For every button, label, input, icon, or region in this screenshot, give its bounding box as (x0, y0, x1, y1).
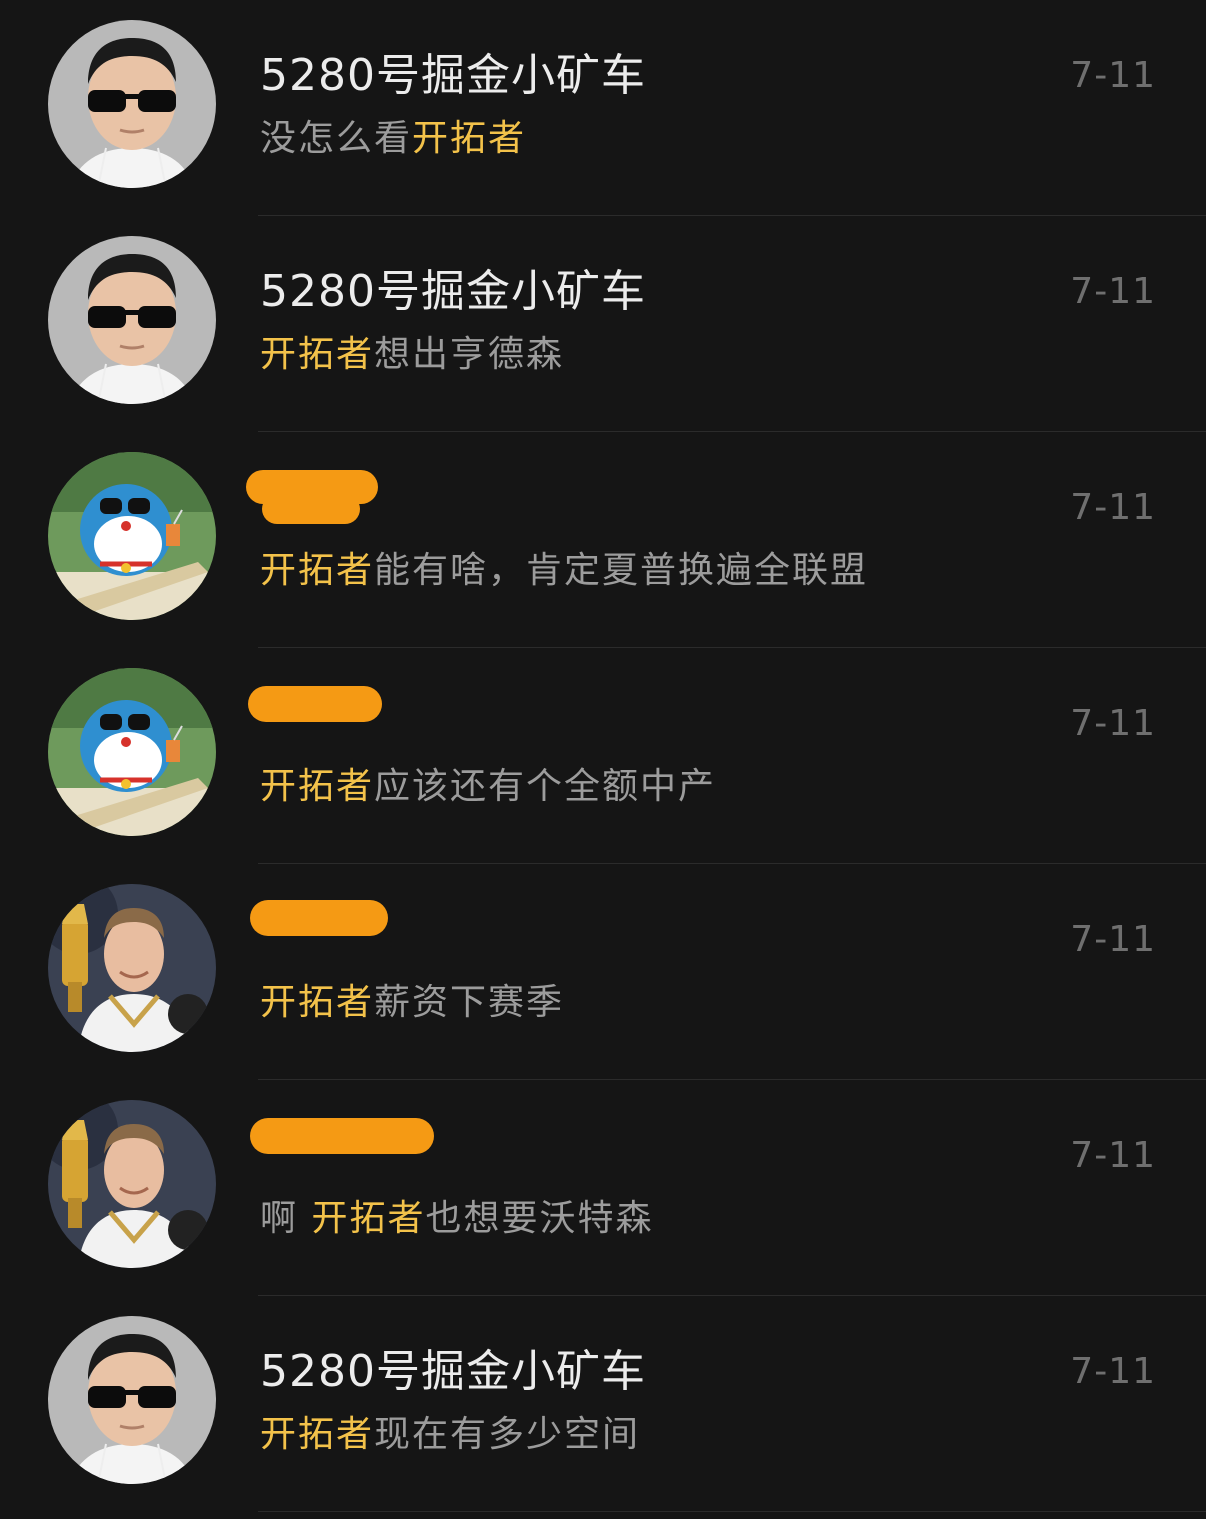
sender-name[interactable]: 5280号掘金小矿车 (260, 1344, 646, 1400)
basketball-player-avatar-icon (48, 884, 216, 1052)
redacted-name (250, 1118, 434, 1154)
row-divider (258, 1511, 1206, 1512)
message-keyword-highlight: 开拓者 (260, 982, 375, 1023)
redacted-name (250, 900, 388, 936)
message-text-before: 没怎么看 (260, 118, 413, 159)
man-sunglasses-avatar-icon (48, 236, 216, 404)
message-preview: 开拓者能有啥，肯定夏普换遍全联盟 (260, 546, 868, 596)
message-preview: 开拓者应该还有个全额中产 (260, 762, 716, 812)
message-preview: 开拓者想出亨德森 (260, 330, 564, 380)
message-preview: 啊 开拓者也想要沃特森 (260, 1194, 653, 1244)
message-keyword-highlight: 开拓者 (311, 1198, 426, 1239)
message-time: 7-11 (1070, 55, 1156, 96)
message-keyword-highlight: 开拓者 (412, 118, 527, 159)
message-time: 7-11 (1070, 487, 1156, 528)
message-time: 7-11 (1070, 271, 1156, 312)
avatar[interactable] (48, 1316, 216, 1484)
sender-name[interactable]: 5280号掘金小矿车 (260, 48, 646, 104)
message-text-after: 现在有多少空间 (374, 1414, 641, 1455)
man-sunglasses-avatar-icon (48, 1316, 216, 1484)
redacted-name (248, 686, 382, 722)
message-text-after: 应该还有个全额中产 (374, 766, 717, 807)
avatar[interactable] (48, 20, 216, 188)
message-preview: 开拓者现在有多少空间 (260, 1410, 640, 1460)
doraemon-avatar-icon (48, 668, 216, 836)
message-keyword-highlight: 开拓者 (260, 550, 375, 591)
message-keyword-highlight: 开拓者 (260, 766, 375, 807)
message-time: 7-11 (1070, 1351, 1156, 1392)
message-keyword-highlight: 开拓者 (260, 334, 375, 375)
basketball-player-avatar-icon (48, 1100, 216, 1268)
message-keyword-highlight: 开拓者 (260, 1414, 375, 1455)
list-item[interactable]: 7-11 开拓者薪资下赛季 (0, 864, 1206, 1080)
message-time: 7-11 (1070, 703, 1156, 744)
list-item[interactable]: 5280号掘金小矿车 7-11 没怎么看开拓者 (0, 0, 1206, 216)
man-sunglasses-avatar-icon (48, 20, 216, 188)
message-preview: 没怎么看开拓者 (260, 114, 526, 164)
message-text-after: 想出亨德森 (374, 334, 565, 375)
sender-name[interactable]: 5280号掘金小矿车 (260, 264, 646, 320)
message-time: 7-11 (1070, 919, 1156, 960)
avatar[interactable] (48, 884, 216, 1052)
message-text-after: 也想要沃特森 (425, 1198, 654, 1239)
message-time: 7-11 (1070, 1135, 1156, 1176)
list-item[interactable]: 7-11 开拓者能有啥，肯定夏普换遍全联盟 (0, 432, 1206, 648)
avatar[interactable] (48, 452, 216, 620)
list-item[interactable]: 7-11 开拓者应该还有个全额中产 (0, 648, 1206, 864)
list-item[interactable]: 5280号掘金小矿车 7-11 开拓者现在有多少空间 (0, 1296, 1206, 1512)
message-preview: 开拓者薪资下赛季 (260, 978, 564, 1028)
list-item[interactable]: 5280号掘金小矿车 7-11 开拓者想出亨德森 (0, 216, 1206, 432)
redacted-name (262, 494, 360, 524)
message-list: 5280号掘金小矿车 7-11 没怎么看开拓者 5280号掘金小矿车 7-11 … (0, 0, 1206, 1512)
avatar[interactable] (48, 668, 216, 836)
avatar[interactable] (48, 1100, 216, 1268)
avatar[interactable] (48, 236, 216, 404)
list-item[interactable]: 7-11 啊 开拓者也想要沃特森 (0, 1080, 1206, 1296)
message-text-after: 薪资下赛季 (374, 982, 565, 1023)
message-text-before: 啊 (260, 1198, 312, 1239)
doraemon-avatar-icon (48, 452, 216, 620)
message-text-after: 能有啥，肯定夏普换遍全联盟 (374, 550, 869, 591)
